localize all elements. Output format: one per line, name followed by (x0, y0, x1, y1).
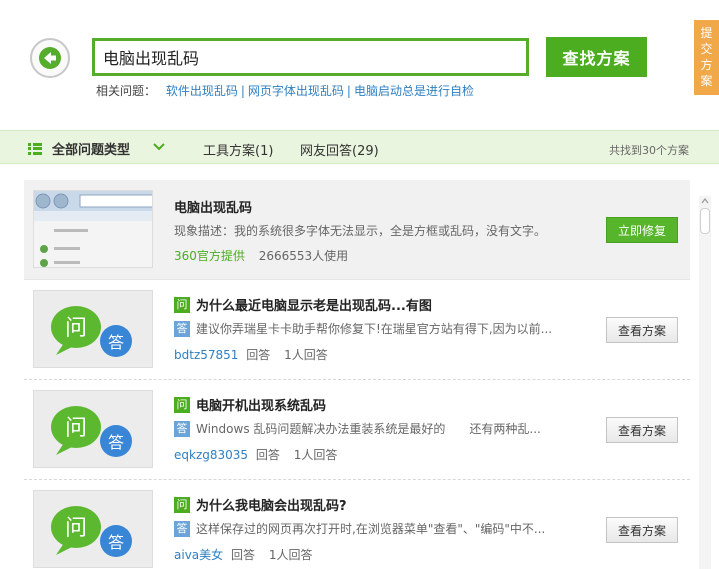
answer-user[interactable]: eqkzg83035 (174, 448, 248, 462)
related-questions: 相关问题： 软件出现乱码 | 网页字体出现乱码 | 电脑启动总是进行自检 (96, 84, 474, 98)
result-source: 360官方提供 (174, 249, 245, 263)
question-badge: 问 (174, 296, 190, 313)
related-link-3[interactable]: 电脑启动总是进行自检 (354, 84, 474, 98)
view-solution-button[interactable]: 查看方案 (606, 517, 678, 543)
svg-text:答: 答 (108, 333, 124, 352)
question-badge: 问 (174, 496, 190, 513)
qa-thumbnail: 问 答 (33, 290, 153, 368)
result-description: 现象描述：我的系统很多字体无法显示，全是方框或乱码，没有文字。 (174, 224, 547, 238)
search-box (92, 38, 529, 76)
all-types-dropdown[interactable]: 全部问题类型 (28, 139, 130, 158)
question-title[interactable]: 问 为什么我电脑会出现乱码? (174, 495, 347, 514)
scroll-up-icon[interactable] (699, 196, 711, 206)
fix-now-button[interactable]: 立即修复 (606, 217, 678, 243)
official-thumbnail (33, 190, 153, 268)
result-official[interactable]: 电脑出现乱码 现象描述：我的系统很多字体无法显示，全是方框或乱码，没有文字。 3… (24, 180, 690, 280)
related-link-2[interactable]: 网页字体出现乱码 (248, 84, 344, 98)
submit-solution-tab[interactable]: 提 交 方 案 (694, 20, 719, 95)
question-title[interactable]: 问 为什么最近电脑显示老是出现乱码...有图 (174, 295, 432, 314)
answer-badge: 答 (174, 420, 190, 437)
chat-bubbles-icon: 问 答 (34, 491, 152, 567)
answer-meta: bdtz57851 回答 1人回答 (174, 348, 328, 362)
svg-text:问: 问 (65, 416, 87, 441)
svg-text:问: 问 (65, 316, 87, 341)
answer-badge: 答 (174, 320, 190, 337)
answer-meta: eqkzg83035 回答 1人回答 (174, 448, 338, 462)
search-button[interactable]: 查找方案 (546, 37, 647, 77)
result-qa-2[interactable]: 问 答 问 电脑开机出现系统乱码 答 Windows 乱码问题解决办法重装系统是… (24, 380, 690, 480)
svg-text:问: 问 (65, 516, 87, 541)
related-link-1[interactable]: 软件出现乱码 (166, 84, 238, 98)
qa-thumbnail: 问 答 (33, 490, 153, 568)
answer-snippet: 答 这样保存过的网页再次打开时,在浏览器菜单"查看"、"编码"中不... (174, 520, 545, 537)
question-badge: 问 (174, 396, 190, 413)
results-list: 电脑出现乱码 现象描述：我的系统很多字体无法显示，全是方框或乱码，没有文字。 3… (24, 180, 690, 569)
answer-snippet: 答 Windows 乱码问题解决办法重装系统是最好的 还有两种乱... (174, 420, 541, 437)
answer-user[interactable]: bdtz57851 (174, 348, 238, 362)
list-icon (28, 142, 42, 155)
view-solution-button[interactable]: 查看方案 (606, 417, 678, 443)
svg-text:答: 答 (108, 433, 124, 452)
back-button[interactable] (30, 38, 70, 78)
view-solution-button[interactable]: 查看方案 (606, 317, 678, 343)
result-title[interactable]: 电脑出现乱码 (174, 197, 252, 216)
qa-thumbnail: 问 答 (33, 390, 153, 468)
result-qa-3[interactable]: 问 答 问 为什么我电脑会出现乱码? 答 这样保存过的网页再次打开时,在浏览器菜… (24, 480, 690, 569)
search-input[interactable] (95, 41, 526, 73)
answer-badge: 答 (174, 520, 190, 537)
tab-user-answers[interactable]: 网友回答(29) (300, 140, 379, 159)
result-qa-1[interactable]: 问 答 问 为什么最近电脑显示老是出现乱码...有图 答 建议你弄瑞星卡卡助手帮… (24, 280, 690, 380)
svg-text:答: 答 (108, 533, 124, 552)
answer-snippet: 答 建议你弄瑞星卡卡助手帮你修复下!在瑞星官方站有得下,因为以前... (174, 320, 552, 337)
chevron-down-icon[interactable] (152, 140, 166, 154)
answer-meta: aiva美女 回答 1人回答 (174, 548, 313, 562)
scrollbar-thumb[interactable] (700, 208, 710, 234)
question-title[interactable]: 问 电脑开机出现系统乱码 (174, 395, 326, 414)
tab-tools[interactable]: 工具方案(1) (203, 140, 273, 159)
vertical-scrollbar[interactable] (699, 196, 711, 569)
filter-bar: 全部问题类型 工具方案(1) 网友回答(29) 共找到30个方案 (0, 130, 719, 164)
answer-user[interactable]: aiva美女 (174, 548, 223, 562)
chat-bubbles-icon: 问 答 (34, 291, 152, 367)
arrow-left-icon (39, 47, 61, 69)
related-label: 相关问题： (96, 84, 157, 98)
result-meta: 360官方提供 2666553人使用 (174, 247, 348, 264)
found-count: 共找到30个方案 (609, 144, 689, 157)
result-usage: 2666553人使用 (258, 249, 349, 263)
chat-bubbles-icon: 问 答 (34, 391, 152, 467)
